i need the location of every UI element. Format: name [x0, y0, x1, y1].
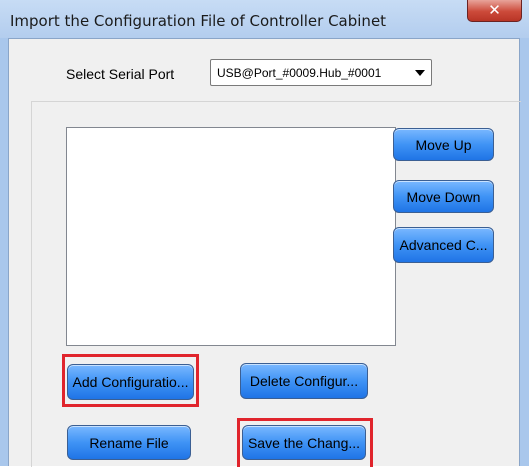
serial-port-dropdown[interactable]: USB@Port_#0009.Hub_#0001 — [210, 59, 432, 86]
dialog-body: Select Serial Port USB@Port_#0009.Hub_#0… — [8, 38, 521, 467]
move-up-button[interactable]: Move Up — [393, 128, 494, 161]
rename-file-button[interactable]: Rename File — [67, 425, 191, 460]
serial-port-label: Select Serial Port — [66, 66, 175, 82]
config-file-list[interactable] — [66, 127, 396, 346]
dialog-window: Import the Configuration File of Control… — [0, 0, 529, 467]
advanced-button[interactable]: Advanced C... — [393, 227, 494, 263]
title-bar: Import the Configuration File of Control… — [0, 0, 529, 38]
close-button[interactable]: ✕ — [467, 0, 522, 22]
close-icon: ✕ — [488, 1, 501, 19]
save-changes-highlight — [237, 418, 373, 467]
add-configuration-highlight — [62, 354, 199, 407]
window-title: Import the Configuration File of Control… — [10, 12, 387, 30]
delete-configuration-button[interactable]: Delete Configur... — [240, 363, 368, 399]
chevron-down-icon — [415, 70, 425, 76]
serial-port-value: USB@Port_#0009.Hub_#0001 — [217, 66, 382, 80]
move-down-button[interactable]: Move Down — [393, 180, 494, 213]
